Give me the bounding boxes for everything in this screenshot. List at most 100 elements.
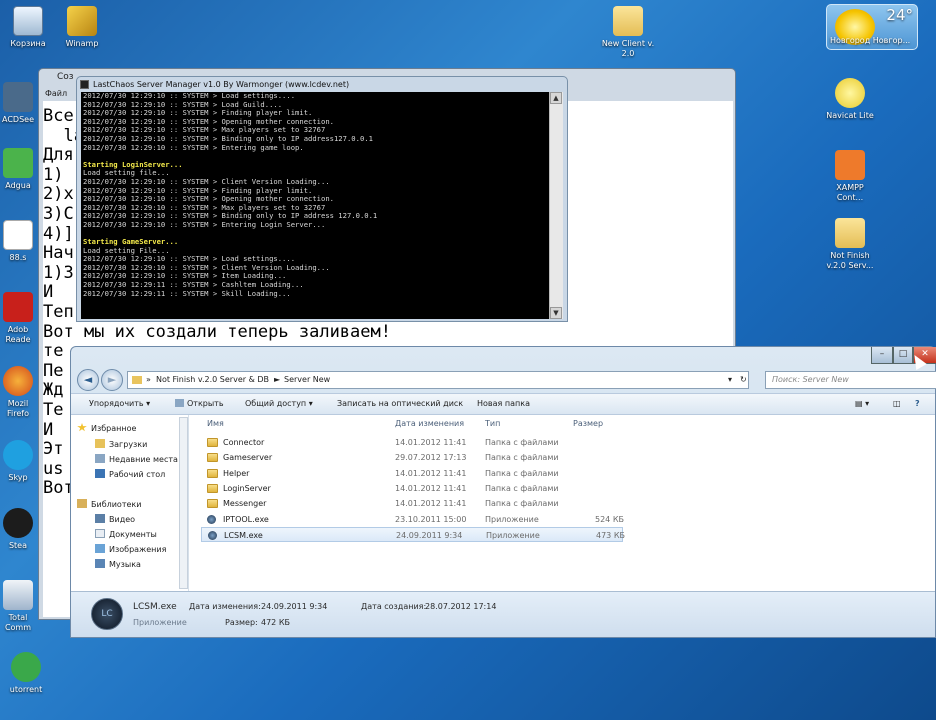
open-icon [175, 399, 184, 407]
nav-favorites[interactable]: Избранное [77, 423, 136, 433]
desktop-icon [95, 469, 105, 478]
document-icon [3, 220, 33, 250]
open-label: Открыть [187, 399, 224, 408]
desktop-icon-recycle-bin[interactable]: Корзина [0, 6, 58, 49]
desktop-icon-label: 88.s [9, 253, 27, 262]
console-line: 2012/07/30 12:29:11 :: SYSTEM > Skill Lo… [83, 288, 291, 298]
explorer-window[interactable]: – □ ✕ ◄ ► » Not Finish v.2.0 Server & DB… [70, 346, 936, 638]
xampp-icon [835, 150, 865, 180]
minimize-button[interactable]: – [871, 347, 893, 364]
window-title: Соз [57, 72, 74, 82]
nav-downloads-label: Загрузки [109, 440, 148, 449]
file-row[interactable]: LCSM.exe 24.09.2011 9:34 Приложение 473 КБ [201, 526, 625, 542]
file-date: 14.01.2012 11:41 [395, 499, 467, 509]
details-size-value: 472 КБ [261, 618, 290, 627]
column-header-size[interactable]: Размер [573, 419, 603, 428]
file-row[interactable]: Connector 14.01.2012 11:41 Папка с файлами [201, 435, 623, 450]
burn-button[interactable]: Записать на оптический диск [337, 399, 463, 408]
scroll-up-icon[interactable]: ▲ [550, 92, 562, 104]
refresh-icon[interactable]: ↻ [740, 375, 747, 384]
console-line: 2012/07/30 12:29:10 :: SYSTEM > Entering… [83, 219, 326, 229]
desktop-icon-winamp[interactable]: Winamp [52, 6, 112, 49]
notepad-line: И [43, 419, 54, 440]
console-window[interactable]: LastChaos Server Manager v1.0 By Warmong… [76, 76, 568, 322]
details-file-kind: Приложение [133, 618, 187, 627]
desktop-icon-navicat[interactable]: Navicat Lite [820, 78, 880, 121]
desktop-icon-label: Stea [8, 541, 28, 550]
file-row[interactable]: Messenger 14.01.2012 11:41 Папка с файлами [201, 496, 623, 511]
file-row[interactable]: Gameserver 29.07.2012 17:13 Папка с файлам… [201, 450, 623, 465]
search-input[interactable]: Поиск: Server New [765, 371, 936, 389]
new-folder-button[interactable]: Новая папка [477, 399, 530, 408]
notepad-line: 1) [43, 164, 64, 185]
folder-icon [207, 468, 218, 478]
view-options-icon[interactable]: ▤ ▾ [855, 399, 869, 408]
preview-pane-icon[interactable]: ◫ [893, 399, 901, 408]
share-button[interactable]: Общий доступ ▾ [245, 399, 313, 408]
scroll-down-icon[interactable]: ▼ [550, 307, 562, 319]
desktop-icon-new-client[interactable]: New Client v. 2.0 [598, 6, 658, 59]
console-title: LastChaos Server Manager v1.0 By Warmong… [93, 80, 350, 89]
help-icon[interactable]: ? [915, 399, 920, 408]
file-name: LCSM.exe [224, 530, 263, 540]
weather-gadget[interactable]: 24° Новгород Новгор... [826, 4, 918, 50]
desktop-icon-label: Not Finish v.2.0 Serv... [826, 251, 874, 270]
file-row[interactable]: IPTOOL.exe 23.10.2011 15:00 Приложение 524 … [201, 512, 624, 527]
nav-libraries[interactable]: Библиотеки [77, 499, 141, 509]
notepad-line: Эт [43, 439, 64, 460]
back-icon[interactable]: ◄ [77, 369, 99, 391]
acdsee-icon [3, 82, 33, 112]
winamp-icon [67, 6, 97, 36]
nav-recent[interactable]: Недавние места [95, 454, 178, 464]
music-icon [95, 559, 105, 568]
organize-button[interactable]: Упорядочить ▾ [89, 399, 150, 408]
nav-desktop-label: Рабочий стол [109, 470, 166, 479]
file-row[interactable]: LoginServer 14.01.2012 11:41 Папка с файла… [201, 481, 623, 496]
file-row[interactable]: Helper 14.01.2012 11:41 Папка с файлами [201, 466, 623, 481]
forward-icon[interactable]: ► [101, 369, 123, 391]
nav-images-label: Изображения [109, 545, 167, 554]
details-created-label: Дата создания: [361, 602, 427, 611]
folder-icon [207, 438, 218, 447]
desktop-icon-label: Navicat Lite [826, 111, 874, 120]
maximize-button[interactable]: □ [893, 347, 913, 364]
notepad-line: us [43, 458, 64, 479]
open-button[interactable]: Открыть [175, 399, 224, 408]
file-type: Приложение [486, 530, 540, 540]
file-type: Папка с файлами [485, 499, 559, 509]
notepad-line: Вот мы их создали теперь заливаем! [43, 321, 391, 342]
column-header-date[interactable]: Дата изменения [395, 419, 464, 428]
nav-favorites-label: Избранное [91, 424, 137, 433]
desktop-icon-utorrent[interactable]: utorrent [0, 652, 56, 695]
file-type: Приложение [485, 514, 539, 524]
folder-icon [207, 499, 218, 509]
nav-images[interactable]: Изображения [95, 544, 166, 554]
nav-scrollbar[interactable] [179, 417, 188, 589]
menu-file[interactable]: Файл [45, 89, 67, 98]
file-name: LoginServer [223, 483, 271, 493]
desktop-icon-not-finish[interactable]: Not Finish v.2.0 Serv... [820, 218, 880, 271]
console-scrollbar[interactable]: ▲ ▼ [549, 92, 563, 319]
column-header-type[interactable]: Тип [485, 419, 500, 428]
nav-documents[interactable]: Документы [95, 529, 157, 539]
breadcrumb-part[interactable]: Not Finish v.2.0 Server & DB [156, 375, 269, 384]
chevron-down-icon[interactable]: ▾ [728, 375, 732, 384]
breadcrumb-part[interactable]: Server New [284, 375, 330, 384]
nav-music-label: Музыка [109, 560, 141, 569]
file-date: 24.09.2011 9:34 [396, 530, 463, 540]
address-bar[interactable]: » Not Finish v.2.0 Server & DB ► Server … [127, 371, 749, 389]
nav-desktop[interactable]: Рабочий стол [95, 469, 165, 479]
documents-icon [95, 529, 105, 538]
desktop-icon-xampp[interactable]: XAMPP Cont... [820, 150, 880, 203]
file-size: 524 КБ [595, 514, 624, 524]
console-line: 2012/07/30 12:29:10 :: SYSTEM > Entering… [83, 142, 304, 152]
nav-video[interactable]: Видео [95, 514, 135, 524]
notepad-line: 1)З [43, 262, 74, 283]
recycle-bin-icon [13, 6, 43, 36]
nav-music[interactable]: Музыка [95, 559, 141, 569]
desktop-icon-label: Корзина [10, 39, 46, 48]
column-header-name[interactable]: Имя [207, 419, 224, 428]
star-icon [77, 423, 87, 432]
nav-downloads[interactable]: Загрузки [95, 439, 147, 449]
skype-icon [3, 440, 33, 470]
